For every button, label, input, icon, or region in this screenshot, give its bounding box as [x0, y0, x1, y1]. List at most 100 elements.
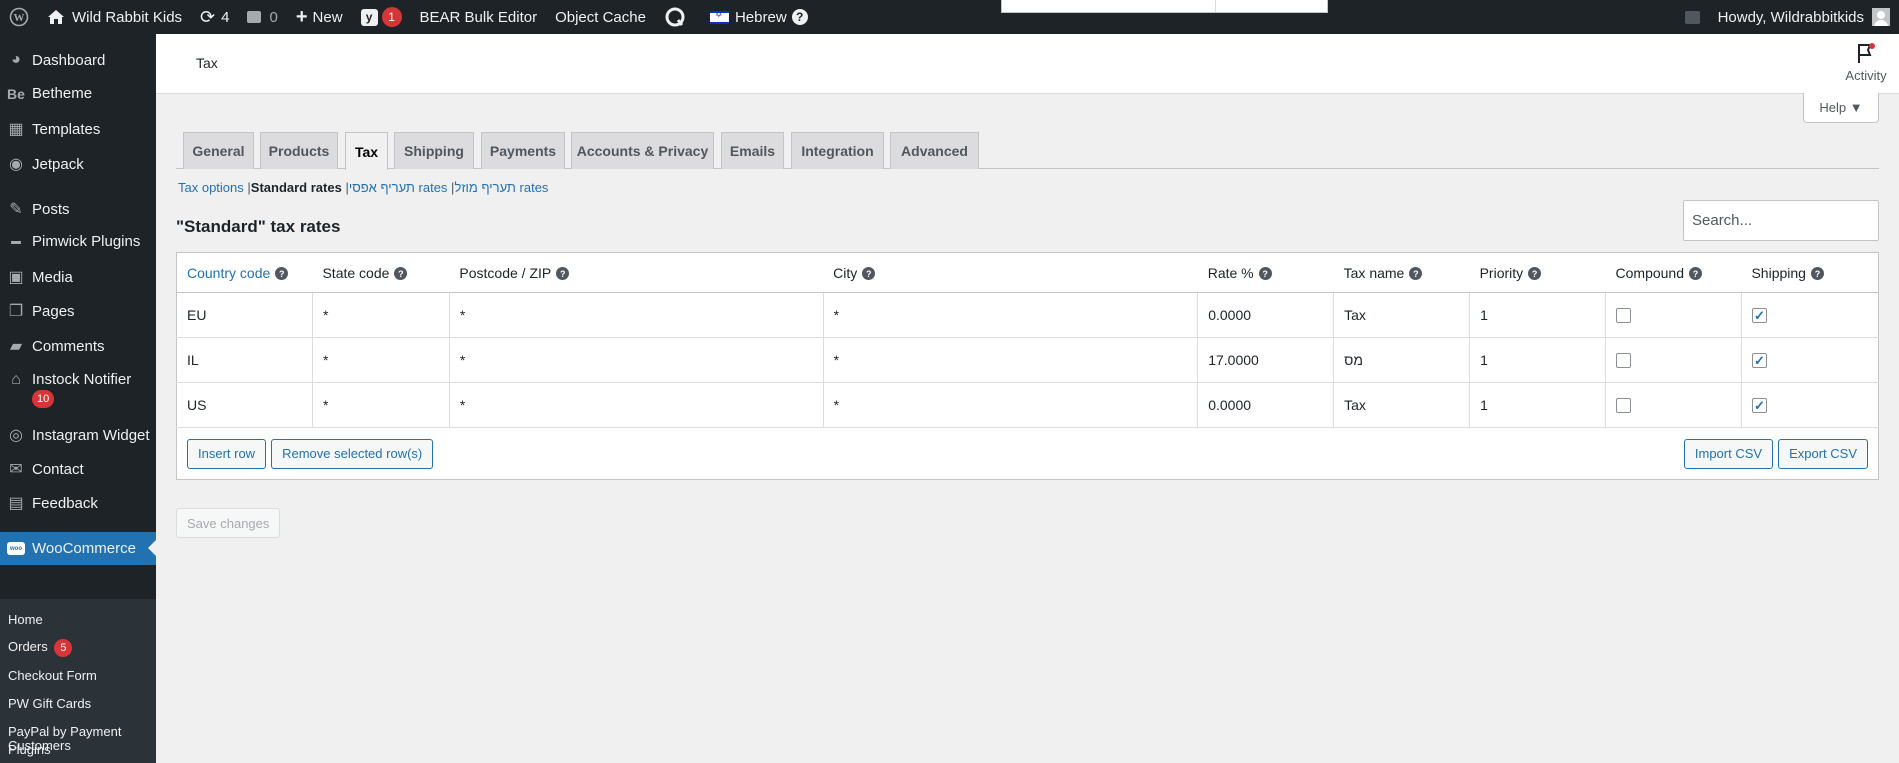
cell-postcode[interactable]: * [449, 292, 824, 338]
search-input[interactable] [1683, 200, 1879, 241]
insert-row-button[interactable]: Insert row [187, 438, 267, 469]
tab-integration[interactable]: Integration [791, 132, 884, 169]
help-tip-icon[interactable]: ? [1689, 267, 1703, 281]
tab-accounts-privacy[interactable]: Accounts & Privacy [571, 132, 714, 169]
subnav-zero-rates[interactable]: תעריף מוזל rates [454, 180, 548, 195]
sidebar-item-woocommerce[interactable]: woo WooCommerce [0, 532, 156, 565]
submenu-item-orders[interactable]: Orders 5 [8, 639, 73, 657]
cell-country[interactable]: IL [176, 337, 313, 383]
cell-name[interactable]: Tax [1333, 292, 1471, 338]
cell-state[interactable]: * [312, 292, 450, 338]
header-state-code: State code? [312, 252, 450, 293]
submenu-item-checkout-form[interactable]: Checkout Form [8, 668, 97, 683]
help-tip-icon[interactable]: ? [556, 267, 570, 281]
compound-checkbox[interactable] [1616, 308, 1632, 324]
help-tip-icon[interactable]: ? [1258, 267, 1272, 281]
help-tip-icon[interactable]: ? [862, 267, 876, 281]
language-switcher[interactable]: Hebrew ? [701, 0, 817, 34]
remove-rows-button[interactable]: Remove selected row(s) [271, 438, 434, 469]
help-tip-icon[interactable]: ? [1409, 267, 1423, 281]
table-row[interactable]: IL * * * 17.0000 מס 1 [176, 337, 1879, 383]
object-cache-link[interactable]: Object Cache [546, 0, 655, 34]
avatar [1872, 8, 1890, 26]
tab-shipping[interactable]: Shipping [394, 132, 474, 169]
compound-checkbox[interactable] [1616, 398, 1632, 414]
help-button[interactable]: Help ▼ [1803, 93, 1879, 123]
cell-postcode[interactable]: * [449, 382, 824, 428]
cell-country[interactable]: EU [176, 292, 313, 338]
table-row[interactable]: EU * * * 0.0000 Tax 1 [176, 292, 1879, 338]
sidebar-item-dashboard[interactable]: ◕ Dashboard [0, 51, 156, 69]
cell-priority[interactable]: 1 [1469, 292, 1607, 338]
header-label: Rate % [1207, 264, 1254, 281]
table-row[interactable]: US * * * 0.0000 Tax 1 [176, 382, 1879, 428]
subnav-tax-options[interactable]: Tax options [178, 180, 244, 195]
yoast-menu[interactable]: y 1 [352, 0, 411, 34]
tab-label: Shipping [404, 143, 464, 159]
sidebar-item-label: Betheme [32, 85, 93, 102]
comments-link[interactable]: 0 [238, 0, 286, 34]
cell-priority[interactable]: 1 [1469, 382, 1607, 428]
save-changes-button[interactable]: Save changes [176, 508, 281, 538]
sidebar-item-instagram-widget[interactable]: ◎ Instagram Widget [0, 425, 156, 445]
sidebar-item-comments[interactable]: ▰ Comments [0, 336, 156, 356]
help-tip-icon[interactable]: ? [1810, 267, 1824, 281]
activity-button[interactable]: Activity [1843, 42, 1889, 83]
export-csv-button[interactable]: Export CSV [1778, 438, 1868, 469]
bear-bulk-editor-link[interactable]: BEAR Bulk Editor [411, 0, 547, 34]
shipping-checkbox[interactable] [1751, 308, 1767, 324]
site-name-link[interactable]: Wild Rabbit Kids [38, 0, 191, 34]
jetpack-stats-link[interactable] [655, 0, 695, 34]
sidebar-item-posts[interactable]: ✎ Posts [0, 199, 156, 219]
tab-products[interactable]: Products [260, 132, 338, 169]
sidebar-item-pages[interactable]: ❐ Pages [0, 301, 156, 321]
cell-postcode[interactable]: * [449, 337, 824, 383]
cell-state[interactable]: * [312, 382, 450, 428]
shipping-checkbox[interactable] [1751, 353, 1767, 369]
cell-rate[interactable]: 0.0000 [1197, 382, 1335, 428]
sidebar-item-templates[interactable]: ▦ Templates [0, 119, 156, 139]
compound-checkbox[interactable] [1616, 353, 1632, 369]
cell-name[interactable]: Tax [1333, 382, 1471, 428]
submenu-item-customers-visible[interactable]: Customers [8, 738, 71, 753]
shipping-checkbox[interactable] [1751, 398, 1767, 414]
help-tip-icon[interactable]: ? [275, 267, 289, 281]
submenu-item-pw-gift-cards[interactable]: PW Gift Cards [8, 696, 91, 711]
header-country-code[interactable]: Country code? [176, 252, 313, 293]
sidebar-item-pimwick-plugins[interactable]: ▬ Pimwick Plugins [0, 233, 156, 250]
subnav-reduced-rates[interactable]: תעריף אפסי rates [349, 180, 448, 195]
cell-city[interactable]: * [823, 382, 1199, 428]
sidebar-item-jetpack[interactable]: ◉ Jetpack [0, 154, 156, 174]
submenu-item-home[interactable]: Home [8, 612, 43, 627]
cell-name[interactable]: מס [1333, 337, 1471, 383]
tab-tax[interactable]: Tax [345, 132, 388, 170]
sidebar-item-betheme[interactable]: Be Betheme [0, 85, 156, 102]
header-label: Postcode / ZIP [459, 264, 552, 281]
cell-city[interactable]: * [823, 292, 1199, 338]
tab-emails[interactable]: Emails [721, 132, 784, 169]
header-compound: Compound? [1605, 252, 1742, 293]
import-csv-button[interactable]: Import CSV [1683, 438, 1774, 469]
cell-priority[interactable]: 1 [1469, 337, 1607, 383]
cell-country[interactable]: US [176, 382, 313, 428]
tab-advanced[interactable]: Advanced [890, 132, 979, 169]
sidebar-item-label: WooCommerce [32, 540, 136, 557]
sidebar-item-instock-notifier[interactable]: ⌂ Instock Notifier 10 [0, 371, 156, 408]
cell-city[interactable]: * [823, 337, 1199, 383]
user-menu[interactable]: Howdy, Wildrabbitkids [1709, 0, 1899, 34]
new-content-link[interactable]: + New [287, 0, 352, 34]
sidebar-item-contact[interactable]: ✉ Contact [0, 459, 156, 479]
tab-payments[interactable]: Payments [481, 132, 565, 169]
betheme-icon: Be [7, 85, 25, 102]
updates-link[interactable]: ⟳ 4 [191, 0, 238, 34]
cell-rate[interactable]: 17.0000 [1197, 337, 1335, 383]
wordpress-logo-icon[interactable]: W [0, 0, 38, 34]
cell-rate[interactable]: 0.0000 [1197, 292, 1335, 338]
sidebar-item-feedback[interactable]: ▤ Feedback [0, 493, 156, 513]
notification-icon[interactable] [1676, 0, 1709, 34]
sidebar-item-media[interactable]: ▣ Media [0, 267, 156, 287]
help-tip-icon[interactable]: ? [1528, 267, 1542, 281]
tab-general[interactable]: General [183, 132, 254, 169]
cell-state[interactable]: * [312, 337, 450, 383]
help-tip-icon[interactable]: ? [394, 267, 408, 281]
